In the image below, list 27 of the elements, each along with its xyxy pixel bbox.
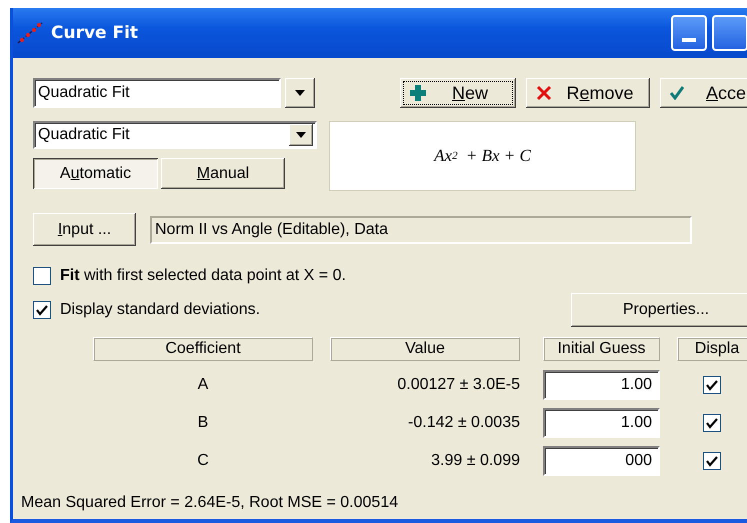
column-header: Displa <box>677 337 747 361</box>
table-cell-text: -0.142 ± 0.0035 <box>407 414 520 432</box>
initial-guess-field[interactable]: 1.00 <box>543 408 660 438</box>
table-cell-text: B <box>196 414 210 432</box>
table-cell-text: C <box>196 452 210 470</box>
mode-tab[interactable]: Manual <box>161 158 285 189</box>
accept-button[interactable]: Acce <box>660 78 747 108</box>
input-button[interactable]: Input ... <box>33 213 136 246</box>
checkbox-label[interactable]: Display standard deviations. <box>60 301 260 319</box>
data-source-field: Norm II vs Angle (Editable), Data <box>150 216 692 244</box>
table-cell-text: 3.99 ± 0.099 <box>430 452 520 470</box>
mode-tab[interactable]: Automatic <box>33 158 158 189</box>
column-header: Initial Guess <box>543 337 660 361</box>
column-header: Coefficient <box>93 337 313 361</box>
model-dropdown[interactable]: Quadratic Fit <box>33 121 317 149</box>
checkbox-label[interactable]: Fit with first selected data point at X = 0. <box>60 267 346 285</box>
status-text: Mean Squared Error = 2.64E-5, Root MSE = 0.00514 <box>21 494 398 512</box>
fit-dropdown-field[interactable]: Quadratic Fit <box>33 78 281 108</box>
table-cell-text: 0.00127 ± 3.0E-5 <box>396 376 520 394</box>
window-title: Curve Fit <box>51 23 138 43</box>
initial-guess-field[interactable]: 000 <box>543 446 660 476</box>
column-header: Value <box>330 337 520 361</box>
add-button[interactable]: New <box>400 78 516 108</box>
properties-button[interactable]: Properties... <box>571 293 747 327</box>
table-cell-text: A <box>196 376 210 394</box>
remove-button[interactable]: Remove <box>526 78 650 108</box>
initial-guess-field[interactable]: 1.00 <box>543 370 660 400</box>
